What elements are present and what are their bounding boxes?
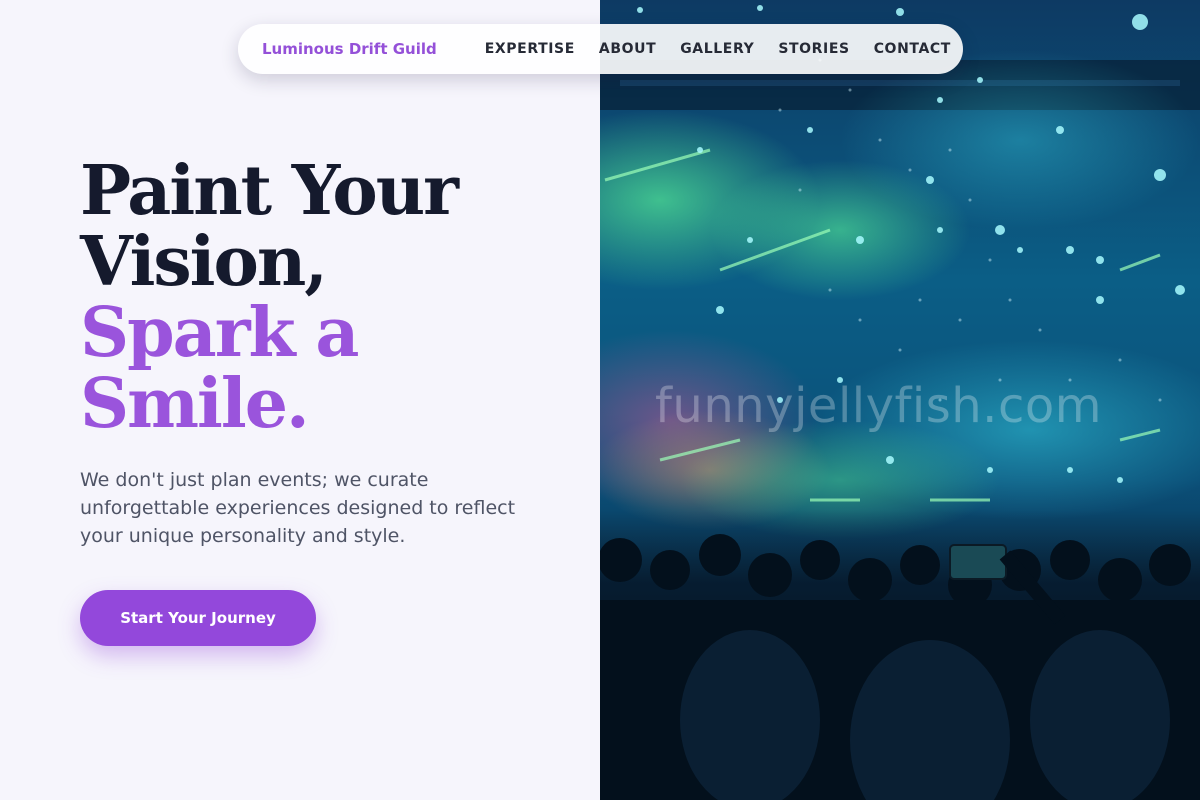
hero-headline: Paint Your Vision, Spark a Smile. bbox=[80, 151, 459, 444]
nav-link-stories[interactable]: STORIES bbox=[778, 41, 849, 57]
nav-link-gallery[interactable]: GALLERY bbox=[680, 41, 754, 57]
headline-line-2: Vision, bbox=[80, 222, 328, 302]
brand-logo[interactable]: Luminous Drift Guild bbox=[262, 40, 437, 58]
hero-subtitle: We don't just plan events; we curate unf… bbox=[80, 469, 516, 547]
nav-links: EXPERTISE ABOUT GALLERY STORIES CONTACT bbox=[485, 41, 951, 57]
headline-accent-line-2: Smile. bbox=[80, 364, 310, 444]
start-journey-button[interactable]: Start Your Journey bbox=[80, 590, 316, 646]
nav-link-about[interactable]: ABOUT bbox=[599, 41, 656, 57]
headline-accent-line-1: Spark a bbox=[80, 293, 359, 373]
nav-link-contact[interactable]: CONTACT bbox=[874, 41, 951, 57]
headline-line-1: Paint Your bbox=[80, 151, 459, 231]
top-navbar: Luminous Drift Guild EXPERTISE ABOUT GAL… bbox=[238, 24, 963, 74]
watermark-text: funnyjellyfish.com bbox=[655, 378, 1102, 434]
nav-link-expertise[interactable]: EXPERTISE bbox=[485, 41, 575, 57]
